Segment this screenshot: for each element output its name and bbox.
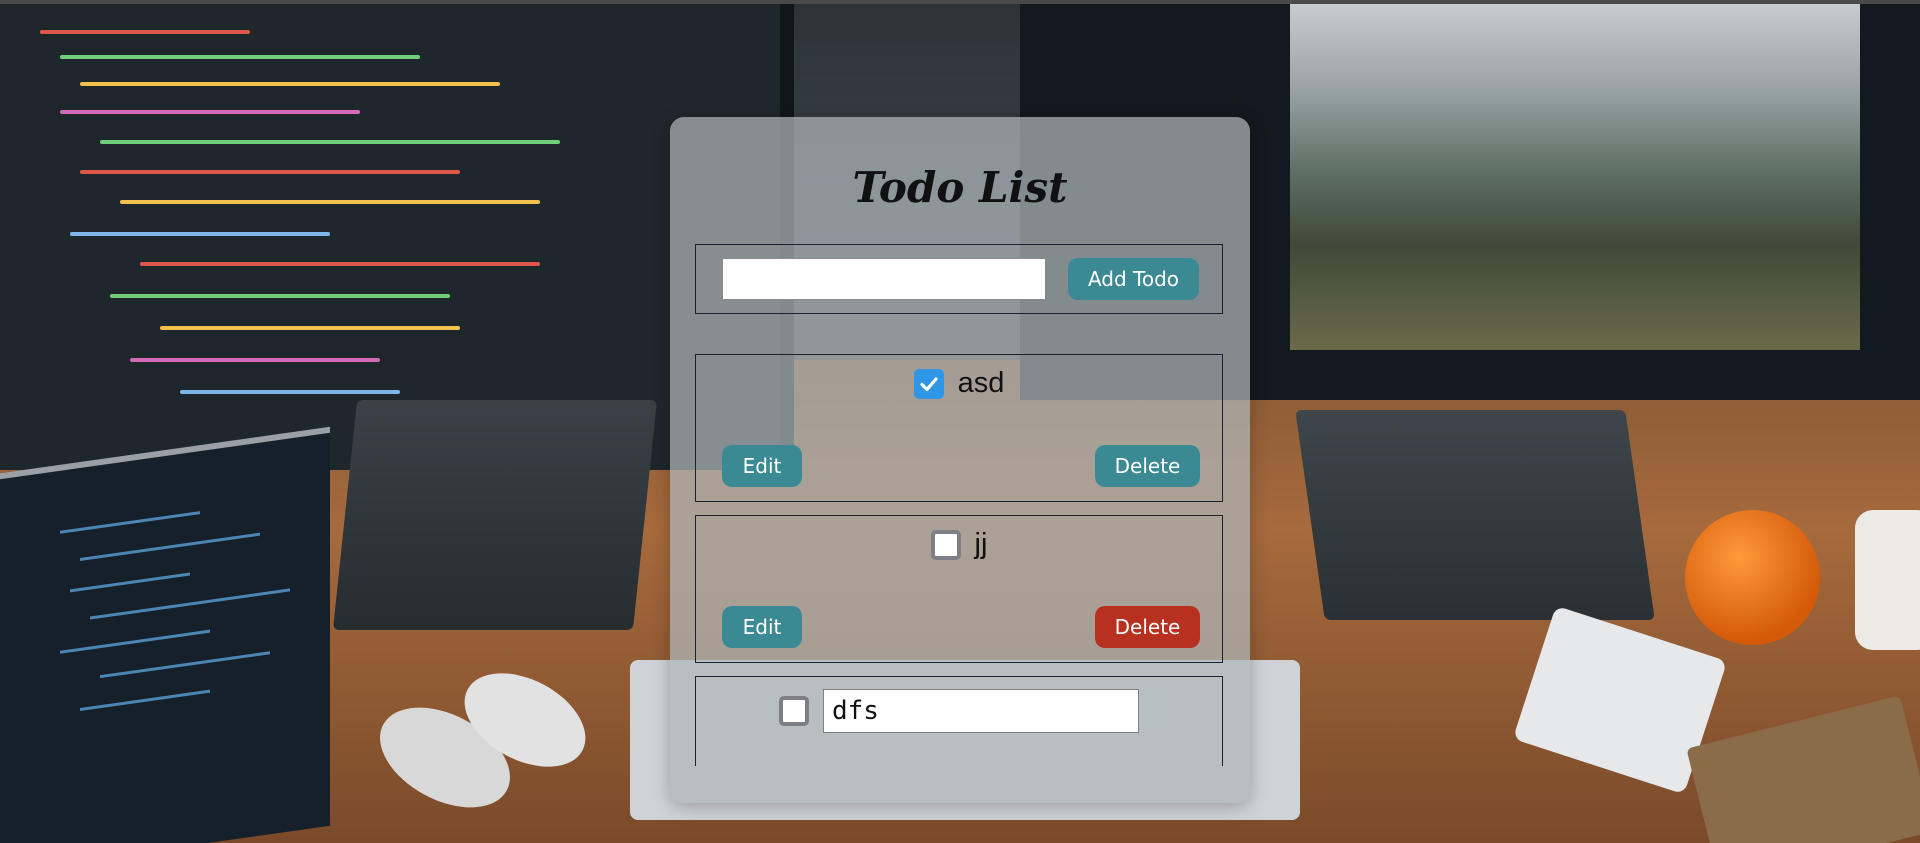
todo-text: asd: [957, 367, 1005, 399]
todo-card: Todo List Add Todo asd Edit Delete jj Ed…: [670, 117, 1250, 803]
edit-button[interactable]: Edit: [722, 445, 802, 487]
todo-checkbox[interactable]: [913, 368, 944, 399]
laptop: [0, 426, 330, 843]
todo-text: jj: [974, 528, 988, 560]
todo-item: asd Edit Delete: [695, 354, 1223, 502]
jar: [1855, 510, 1920, 650]
new-todo-input[interactable]: [722, 258, 1046, 300]
left-monitor-stand: [332, 400, 658, 630]
todo-item: jj Edit Delete: [695, 515, 1223, 663]
todo-checkbox[interactable]: [930, 529, 961, 560]
checkmark-icon: [920, 376, 938, 391]
todo-checkbox[interactable]: [779, 696, 809, 726]
add-todo-form: Add Todo: [695, 244, 1223, 314]
todo-edit-input[interactable]: [823, 689, 1139, 733]
browser-top-edge: [0, 0, 1920, 4]
delete-button[interactable]: Delete: [1095, 445, 1200, 487]
right-monitor-stand: [1295, 410, 1655, 620]
delete-button[interactable]: Delete: [1095, 606, 1200, 648]
todo-item-editing: [695, 676, 1223, 766]
edit-button[interactable]: Edit: [722, 606, 802, 648]
add-todo-button[interactable]: Add Todo: [1068, 258, 1199, 300]
orange-fruit: [1685, 510, 1820, 645]
page-title: Todo List: [852, 163, 1068, 212]
monitor-landscape-wallpaper: [1290, 0, 1860, 350]
